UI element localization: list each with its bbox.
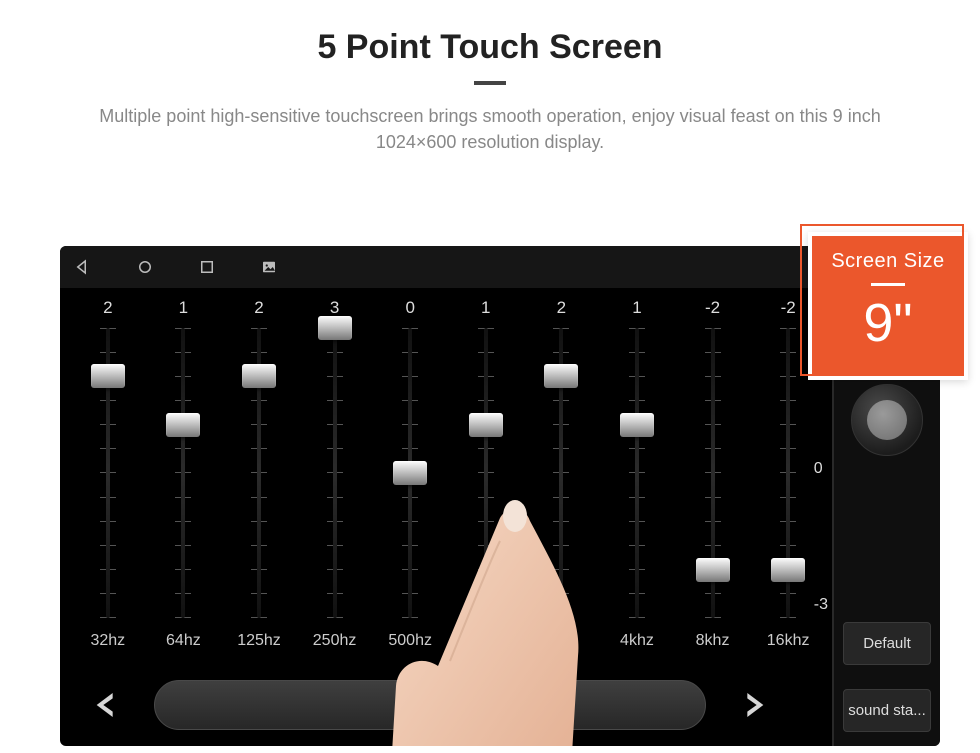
eq-sliders: 2 32hz 1 64hz 2 125hz 3250hz 0 500hz 1 1khz 2 2khz 1 4…	[60, 288, 832, 650]
eq-band: 2 125hz	[221, 288, 297, 650]
eq-band: 0 500hz	[372, 288, 448, 650]
eq-slider-knob[interactable]	[696, 558, 730, 582]
gallery-icon[interactable]	[260, 258, 278, 276]
screen-size-badge: Screen Size 9"	[808, 232, 968, 380]
eq-band-value: 0	[405, 298, 414, 324]
default-button[interactable]: Default	[843, 622, 931, 665]
eq-slider-knob[interactable]	[393, 461, 427, 485]
sound-stage-button[interactable]: sound sta...	[843, 689, 931, 732]
eq-band-freq: 250hz	[313, 632, 357, 650]
badge-label: Screen Size	[812, 250, 964, 273]
eq-band-value: 1	[179, 298, 188, 324]
preset-name-pill[interactable]: Jazz	[154, 680, 706, 730]
axis-mid: 0	[814, 460, 828, 478]
preset-label: Jazz	[407, 692, 452, 718]
eq-slider-track[interactable]	[784, 328, 792, 618]
preset-next-arrow[interactable]	[738, 689, 770, 721]
eq-band-value: 1	[632, 298, 641, 324]
eq-band: -2 8khz	[675, 288, 751, 650]
back-icon[interactable]	[74, 258, 92, 276]
eq-band-freq: 16khz	[767, 632, 810, 650]
eq-slider-track[interactable]	[179, 328, 187, 618]
eq-band-value: 1	[481, 298, 490, 324]
eq-band: 3250hz	[297, 288, 373, 650]
balance-knob[interactable]	[851, 384, 923, 456]
eq-band-value: -2	[781, 298, 796, 324]
knob-center	[867, 400, 907, 440]
eq-band-value: 2	[557, 298, 566, 324]
eq-band-freq: 64hz	[166, 632, 201, 650]
eq-band-freq: 2khz	[544, 632, 578, 650]
eq-band-freq: 8khz	[696, 632, 730, 650]
page-title: 5 Point Touch Screen	[0, 28, 980, 67]
eq-band-freq: 1khz	[469, 632, 503, 650]
eq-band: 1 64hz	[146, 288, 222, 650]
eq-slider-track[interactable]	[633, 328, 641, 618]
axis-min: -3	[814, 596, 828, 614]
eq-slider-track[interactable]	[255, 328, 263, 618]
home-circle-icon[interactable]	[136, 258, 154, 276]
eq-band: 2 32hz	[70, 288, 146, 650]
eq-band-value: -2	[705, 298, 720, 324]
eq-slider-track[interactable]	[331, 328, 339, 618]
preset-selector: Jazz	[90, 678, 770, 732]
eq-slider-knob[interactable]	[166, 413, 200, 437]
eq-slider-knob[interactable]	[544, 364, 578, 388]
eq-slider-knob[interactable]	[91, 364, 125, 388]
eq-slider-track[interactable]	[406, 328, 414, 618]
eq-slider-knob[interactable]	[620, 413, 654, 437]
eq-slider-knob[interactable]	[318, 316, 352, 340]
eq-band: 1 1khz	[448, 288, 524, 650]
eq-band-freq: 32hz	[90, 632, 125, 650]
eq-band-freq: 4khz	[620, 632, 654, 650]
eq-band-freq: 125hz	[237, 632, 281, 650]
eq-slider-track[interactable]	[104, 328, 112, 618]
page-description: Multiple point high-sensitive touchscree…	[80, 103, 900, 155]
eq-slider-track[interactable]	[482, 328, 490, 618]
recents-square-icon[interactable]	[198, 258, 216, 276]
preset-prev-arrow[interactable]	[90, 689, 122, 721]
eq-slider-track[interactable]	[709, 328, 717, 618]
eq-slider-knob[interactable]	[242, 364, 276, 388]
title-underline	[474, 81, 506, 85]
eq-slider-knob[interactable]	[771, 558, 805, 582]
badge-value: 9"	[812, 296, 964, 350]
eq-band-value: 2	[103, 298, 112, 324]
eq-slider-track[interactable]	[557, 328, 565, 618]
eq-band: 2 2khz	[524, 288, 600, 650]
eq-slider-knob[interactable]	[469, 413, 503, 437]
eq-band-freq: 500hz	[388, 632, 432, 650]
badge-underline	[871, 283, 905, 286]
eq-band-value: 2	[254, 298, 263, 324]
eq-band: 1 4khz	[599, 288, 675, 650]
